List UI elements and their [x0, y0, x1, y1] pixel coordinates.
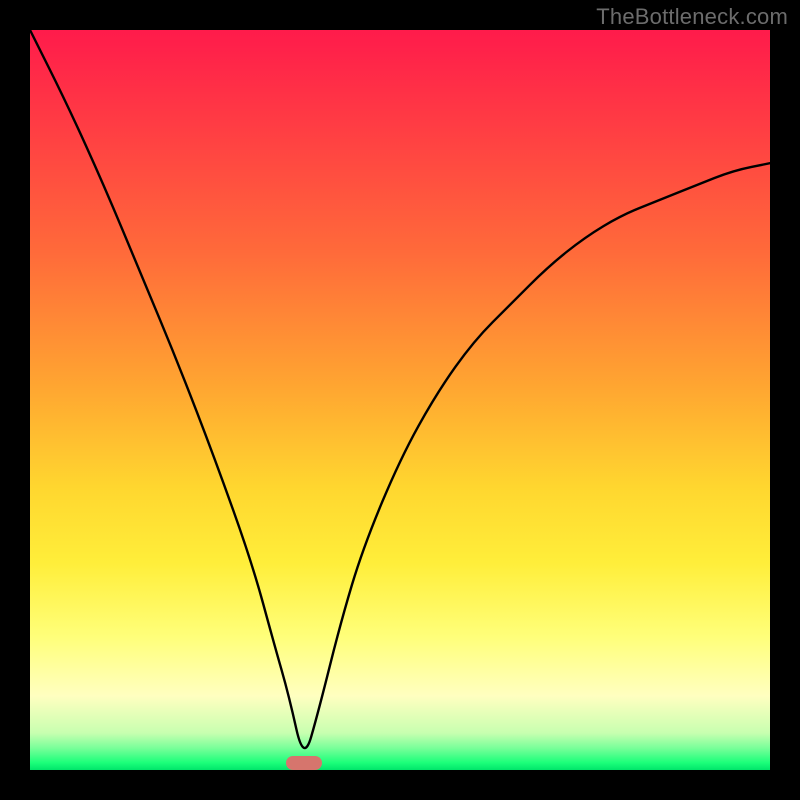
bottleneck-curve: [30, 30, 770, 748]
plot-area: [30, 30, 770, 770]
chart-frame: TheBottleneck.com: [0, 0, 800, 800]
watermark-text: TheBottleneck.com: [596, 4, 788, 30]
curve-layer: [30, 30, 770, 770]
bottleneck-minimum-marker: [286, 756, 322, 770]
